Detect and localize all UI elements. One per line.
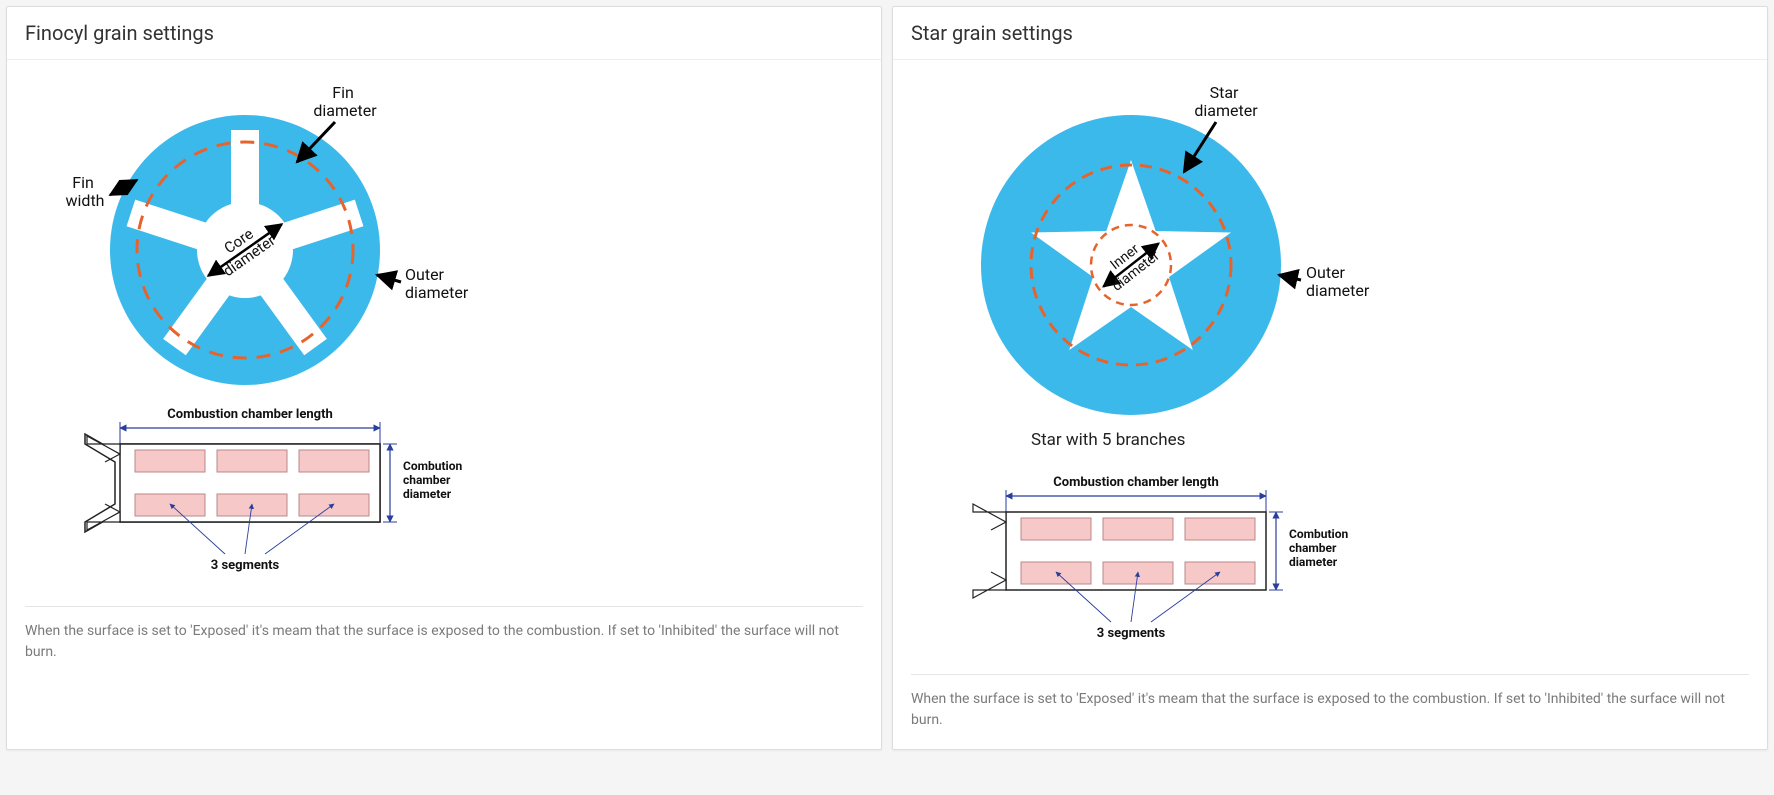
- star-card: Star grain settings: [892, 6, 1768, 750]
- star-diameter-label: Star: [1210, 83, 1239, 102]
- svg-text:Outer diameter: Outer diameter: [405, 265, 469, 302]
- finocyl-help-text: When the surface is set to 'Exposed' it'…: [25, 621, 863, 663]
- finocyl-cross-section-diagram: Fin diameter Fin width: [45, 80, 485, 394]
- star-chamber-length-label: Combustion chamber length: [1053, 475, 1219, 490]
- finocyl-chamber-diameter-label: Combution: [403, 459, 463, 473]
- finocyl-outer-diameter-label: Outer: [405, 265, 445, 284]
- svg-text:Combution chambe: Combution chamber diameter: [1289, 527, 1351, 569]
- star-cross-section-diagram: Star diameter Inner diameter Outer: [931, 80, 1401, 424]
- finocyl-card: Finocyl grain settings: [6, 6, 882, 750]
- svg-text:Fin width: Fin width: [66, 173, 105, 210]
- finocyl-fin-diameter-label: Fin: [332, 83, 354, 102]
- svg-text:Outer diameter: Outer diameter: [1306, 263, 1370, 300]
- finocyl-segments-label: 3 segments: [211, 558, 280, 573]
- separator: [911, 674, 1749, 675]
- star-segments-label: 3 segments: [1097, 626, 1166, 641]
- finocyl-body: Fin diameter Fin width: [7, 60, 881, 749]
- finocyl-title: Finocyl grain settings: [7, 7, 881, 60]
- star-help-text: When the surface is set to 'Exposed' it'…: [911, 689, 1749, 731]
- star-outer-diameter-label: Outer: [1306, 263, 1346, 282]
- star-body: Star diameter Inner diameter Outer: [893, 60, 1767, 749]
- finocyl-fin-width-label: Fin: [72, 173, 94, 192]
- star-chamber-diagram: Combustion chamber length: [961, 472, 1381, 656]
- finocyl-chamber-diagram: Combustion chamber length: [75, 404, 495, 588]
- star-title: Star grain settings: [893, 7, 1767, 60]
- svg-text:Combution chambe: Combution chamber diameter: [403, 459, 465, 501]
- svg-text:Fin diameter: Fin diameter: [313, 83, 377, 120]
- finocyl-chamber-length-label: Combustion chamber length: [167, 407, 333, 422]
- separator: [25, 606, 863, 607]
- svg-text:Star diameter: Star diameter: [1194, 83, 1258, 120]
- star-chamber-diameter-label: Combution: [1289, 527, 1349, 541]
- star-caption: Star with 5 branches: [1031, 430, 1185, 450]
